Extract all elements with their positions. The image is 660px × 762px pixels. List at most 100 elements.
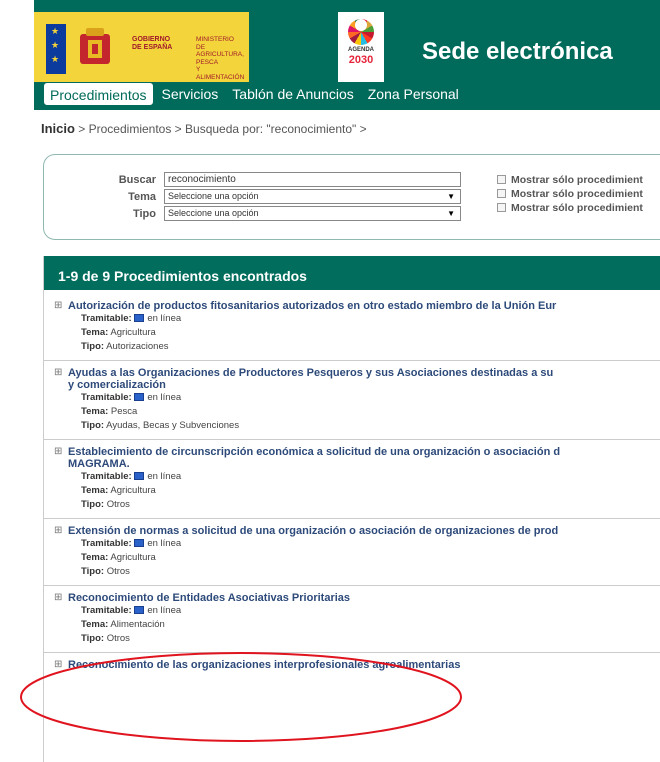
result-title-link[interactable]: ⊞ Reconocimiento de Entidades Asociativas… [54,592,660,604]
tipo-value: Autorizaciones [106,341,169,352]
nav-zona-personal[interactable]: Zona Personal [363,83,464,105]
tipo-label: Tipo: [81,633,105,644]
tramitable-value: en línea [147,313,182,324]
tipo-value: Otros [106,566,130,577]
agenda-label: AGENDA [347,47,374,53]
result-title-text: Establecimiento de circunscripción econó… [68,446,561,470]
result-title-text: Ayudas a las Organizaciones de Productor… [68,367,554,391]
coat-of-arms-icon [80,28,110,64]
result-title-text: Reconocimiento de Entidades Asociativas … [68,592,351,604]
result-title-text: Autorización de productos fitosanitarios… [68,300,557,312]
expand-icon[interactable]: ⊞ [54,446,68,470]
tema-value: Agricultura [110,552,156,563]
tramitable-label: Tramitable: [81,605,132,616]
result-title-link[interactable]: ⊞ Ayudas a las Organizaciones de Producto… [54,367,660,391]
ministerio-text: MINISTERIO DE AGRICULTURA, PESCA Y ALIME… [196,36,245,81]
site-title[interactable]: Sede electrónica [422,38,613,66]
result-title-link[interactable]: ⊞ Establecimiento de circunscripción econ… [54,446,660,470]
checkbox[interactable] [497,189,506,198]
results-count-header: 1-9 de 9 Procedimientos encontrados [44,256,660,290]
filter-check-2[interactable]: Mostrar sólo procedimient [497,187,643,200]
result-item: ⊞ Extensión de normas a solicitud de una … [44,519,660,586]
computer-icon [134,393,145,401]
tramitable-value: en línea [147,605,182,616]
computer-icon [134,539,145,547]
gobierno-logo[interactable]: ★ ★ ★ GOBIERNO DE ESPAÑA MINISTERIO DE AGR… [34,12,249,82]
tema-select[interactable]: Seleccione una opción ▼ [164,189,461,204]
checkbox-label: Mostrar sólo procedimient [511,187,643,200]
tipo-label: Tipo: [81,420,105,431]
filter-check-1[interactable]: Mostrar sólo procedimient [497,173,643,186]
tema-label: Tema: [81,327,109,338]
dropdown-arrow-icon: ▼ [447,209,455,218]
tramitable-value: en línea [147,392,182,403]
filter-checkboxes: Mostrar sólo procedimient Mostrar sólo p… [497,173,643,215]
eu-flag-icon: ★ ★ ★ [46,24,66,74]
expand-icon[interactable]: ⊞ [54,525,68,537]
expand-icon[interactable]: ⊞ [54,367,68,391]
result-item: ⊞ Autorización de productos fitosanitario… [44,290,660,361]
main-nav: Procedimientos Servicios Tablón de Anunc… [44,83,464,105]
search-input[interactable]: reconocimiento [164,172,461,187]
filter-check-3[interactable]: Mostrar sólo procedimient [497,201,643,214]
search-panel: Buscar reconocimiento Tema Seleccione un… [43,154,660,240]
computer-icon [134,606,145,614]
tramitable-label: Tramitable: [81,471,132,482]
tramitable-value: en línea [147,538,182,549]
result-item: ⊞ Establecimiento de circunscripción econ… [44,440,660,519]
tema-label: Tema: [81,406,109,417]
breadcrumb-path: > Procedimientos > Busqueda por: "recono… [74,122,367,136]
tema-row: Tema Seleccione una opción ▼ [44,189,461,204]
tema-value: Agricultura [110,327,156,338]
checkbox[interactable] [497,175,506,184]
tipo-label: Tipo: [81,499,105,510]
nav-servicios[interactable]: Servicios [157,83,224,105]
checkbox[interactable] [497,203,506,212]
tramitable-label: Tramitable: [81,313,132,324]
tipo-label: Tipo: [81,341,105,352]
expand-icon[interactable]: ⊞ [54,592,68,604]
nav-tablon-anuncios[interactable]: Tablón de Anuncios [227,83,358,105]
tema-value: Agricultura [110,485,156,496]
tipo-label: Tipo: [81,566,105,577]
nav-procedimientos[interactable]: Procedimientos [44,83,153,105]
tipo-value: Ayudas, Becas y Subvenciones [106,420,240,431]
result-meta: Tramitable: en línea Tema: Agricultura T… [54,470,660,512]
gobierno-text: GOBIERNO DE ESPAÑA [132,36,173,51]
buscar-label: Buscar [118,173,156,186]
tipo-select-value: Seleccione una opción [168,208,259,218]
dropdown-arrow-icon: ▼ [447,192,455,201]
tramitable-value: en línea [147,471,182,482]
agenda-2030-logo[interactable]: AGENDA 2030 [338,12,384,82]
tipo-value: Otros [106,499,130,510]
tema-value: Alimentación [110,619,165,630]
result-title-link[interactable]: ⊞ Autorización de productos fitosanitario… [54,300,660,312]
tipo-select[interactable]: Seleccione una opción ▼ [164,206,461,221]
site-header: ★ ★ ★ GOBIERNO DE ESPAÑA MINISTERIO DE AGR… [34,0,660,110]
tipo-value: Otros [106,633,130,644]
result-title-text: Extensión de normas a solicitud de una o… [68,525,559,537]
tipo-row: Tipo Seleccione una opción ▼ [44,206,461,221]
tema-value: Pesca [110,406,138,417]
checkbox-label: Mostrar sólo procedimient [511,173,643,186]
result-meta: Tramitable: en línea Tema: Alimentación … [54,604,660,646]
buscar-row: Buscar reconocimiento [44,172,461,187]
result-item-highlighted: ⊞ Reconocimiento de Entidades Asociativas… [44,586,660,653]
computer-icon [134,472,145,480]
tramitable-label: Tramitable: [81,538,132,549]
tema-label: Tema [128,190,156,203]
result-meta: Tramitable: en línea Tema: Agricultura T… [54,537,660,579]
tema-select-value: Seleccione una opción [168,191,259,201]
tema-label: Tema: [81,619,109,630]
result-title-link[interactable]: ⊞ Extensión de normas a solicitud de una … [54,525,660,537]
result-item: ⊞ Ayudas a las Organizaciones de Producto… [44,361,660,440]
expand-icon[interactable]: ⊞ [54,300,68,312]
tema-label: Tema: [81,485,109,496]
computer-icon [134,314,145,322]
tipo-label: Tipo [132,207,156,220]
checkbox-label: Mostrar sólo procedimient [511,201,643,214]
highlight-circle-annotation [20,652,462,742]
agenda-year: 2030 [348,54,374,66]
breadcrumb-home[interactable]: Inicio [41,121,75,136]
tema-label: Tema: [81,552,109,563]
